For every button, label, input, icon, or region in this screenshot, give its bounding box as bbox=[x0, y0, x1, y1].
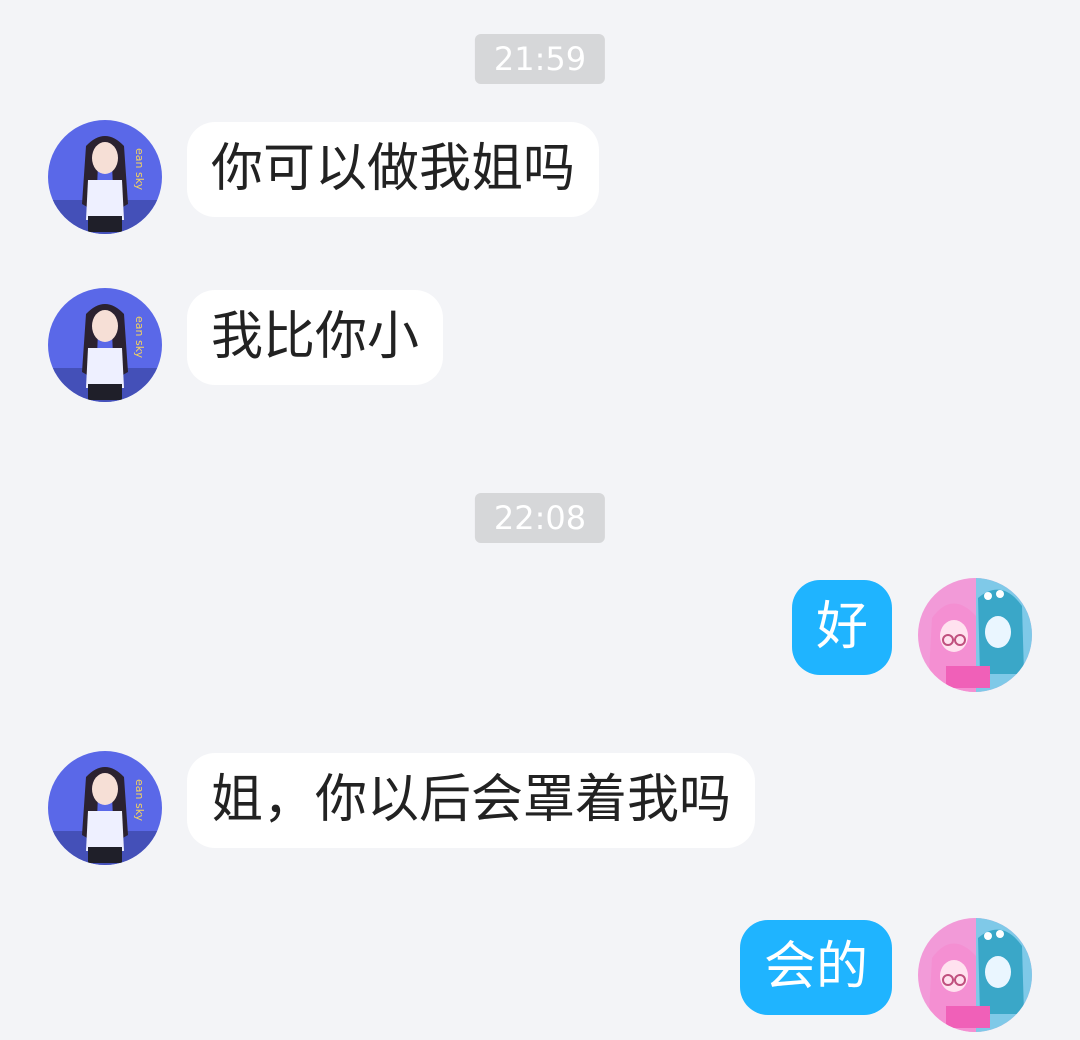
incoming-message-bubble[interactable]: 姐，你以后会罩着我吗 bbox=[187, 753, 756, 848]
anime-duo-avatar-icon bbox=[918, 578, 1032, 692]
contact-avatar[interactable]: ean sky bbox=[48, 751, 162, 865]
svg-text:ean sky: ean sky bbox=[133, 148, 146, 191]
outgoing-message-bubble[interactable]: 好 bbox=[791, 580, 892, 675]
contact-avatar[interactable]: ean sky bbox=[48, 288, 162, 402]
timestamp: 21:59 bbox=[474, 34, 606, 84]
message-row: 会的 bbox=[0, 918, 1080, 1033]
outgoing-message-bubble[interactable]: 会的 bbox=[739, 920, 892, 1015]
svg-text:ean sky: ean sky bbox=[133, 779, 146, 822]
svg-text:ean sky: ean sky bbox=[133, 316, 146, 359]
message-row: 好 bbox=[0, 578, 1080, 693]
my-avatar[interactable] bbox=[918, 578, 1032, 692]
contact-avatar[interactable]: ean sky bbox=[48, 120, 162, 234]
chat-window: 21:59 ean sky 你可以做我姐吗 ean sky 我比你小 22:08… bbox=[0, 0, 1080, 1040]
incoming-message-bubble[interactable]: 你可以做我姐吗 bbox=[187, 122, 600, 217]
my-avatar[interactable] bbox=[918, 918, 1032, 1032]
incoming-message-bubble[interactable]: 我比你小 bbox=[187, 290, 444, 385]
timestamp: 22:08 bbox=[474, 493, 606, 543]
anime-girl-avatar-icon: ean sky bbox=[48, 751, 162, 865]
anime-duo-avatar-icon bbox=[918, 918, 1032, 1032]
message-row: ean sky 我比你小 bbox=[0, 288, 1080, 403]
anime-girl-avatar-icon: ean sky bbox=[48, 288, 162, 402]
message-row: ean sky 你可以做我姐吗 bbox=[0, 120, 1080, 235]
message-row: ean sky 姐，你以后会罩着我吗 bbox=[0, 751, 1080, 866]
anime-girl-avatar-icon: ean sky bbox=[48, 120, 162, 234]
